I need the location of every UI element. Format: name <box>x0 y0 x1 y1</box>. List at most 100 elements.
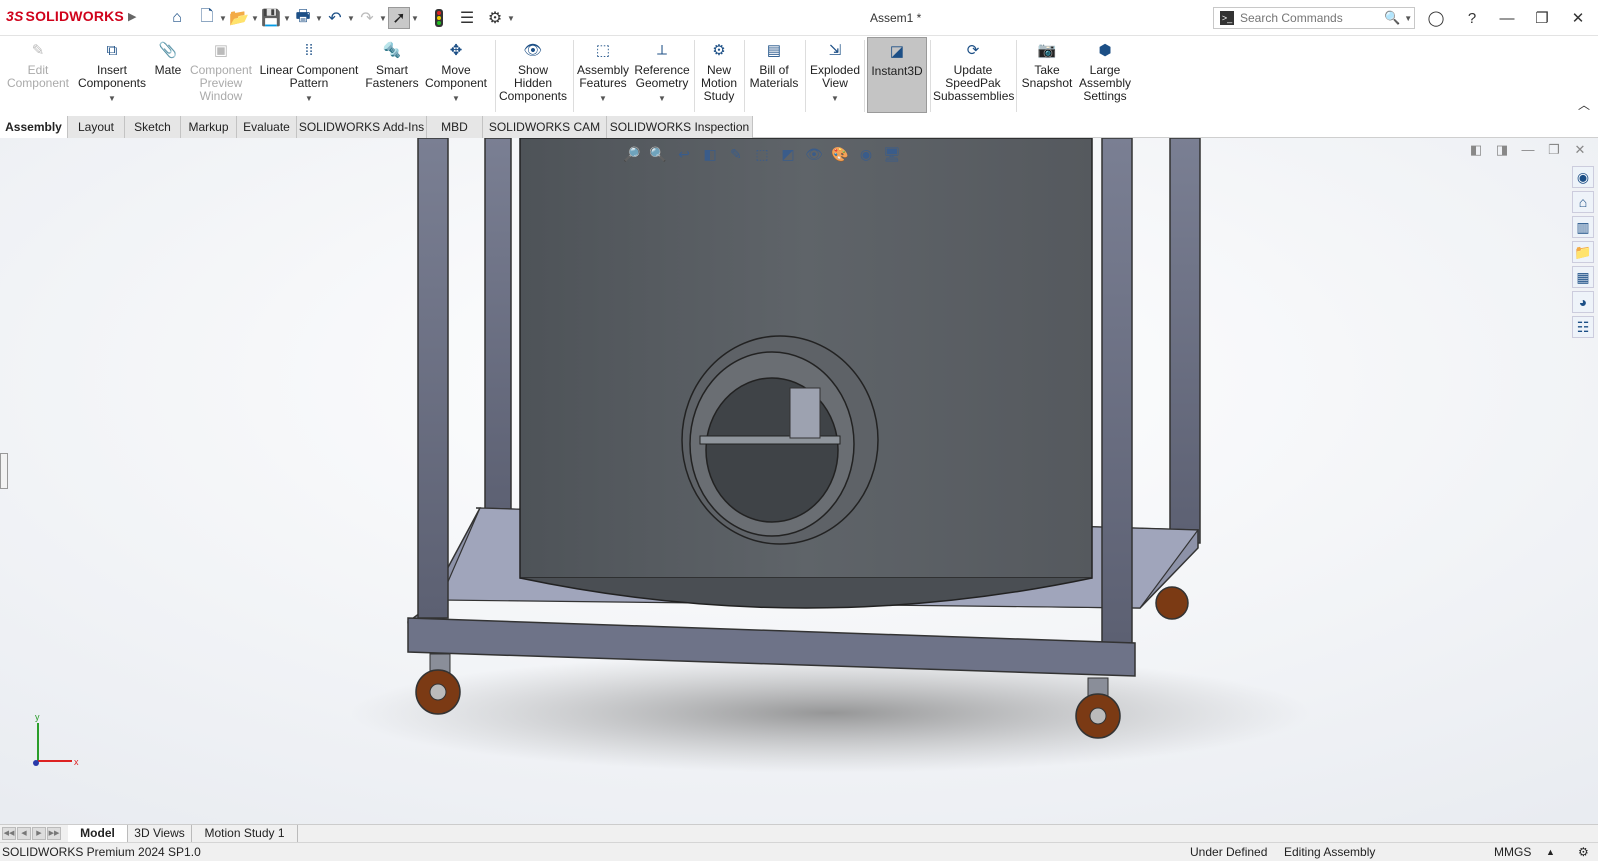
solidworks-resources-icon[interactable]: ◉ <box>1572 166 1594 188</box>
large-assembly-settings-button[interactable]: ⬢ Large Assembly Settings <box>1077 40 1133 103</box>
tab-inspection[interactable]: SOLIDWORKS Inspection <box>607 116 753 138</box>
close-icon[interactable]: ✕ <box>1566 6 1590 30</box>
print-icon[interactable]: 🖶 <box>292 7 314 29</box>
section-view-icon[interactable]: ◧ <box>700 146 720 163</box>
viewport-restore-icon[interactable]: ❐ <box>1545 142 1563 158</box>
options-icon[interactable]: ⚙ <box>484 7 506 29</box>
options-dropdown-icon[interactable]: ▼ <box>506 14 516 23</box>
select-dropdown-icon[interactable]: ▼ <box>410 14 420 23</box>
mate-button[interactable]: 📎 Mate <box>150 40 186 77</box>
previous-view-icon[interactable]: ↩ <box>674 146 694 163</box>
rebuild-icon[interactable] <box>428 7 450 29</box>
view-palette-icon[interactable]: ▦ <box>1572 266 1594 288</box>
minimize-icon[interactable]: — <box>1495 6 1519 30</box>
undo-icon[interactable]: ↶ <box>324 7 346 29</box>
tab-addins[interactable]: SOLIDWORKS Add-Ins <box>297 116 427 138</box>
next-tab-icon[interactable]: ▶ <box>32 827 46 840</box>
insert-components-button[interactable]: ⧉ Insert Components ▼ <box>76 40 148 105</box>
solidworks-logo[interactable]: 3S SOLIDWORKS <box>6 8 124 24</box>
move-component-dropdown-icon[interactable]: ▼ <box>422 92 490 105</box>
save-dropdown-icon[interactable]: ▼ <box>282 14 292 23</box>
new-motion-study-button[interactable]: ⚙ New Motion Study <box>697 40 741 103</box>
zoom-to-area-icon[interactable]: 🔍 <box>648 146 668 163</box>
bill-of-materials-button[interactable]: ▤ Bill of Materials <box>747 40 801 90</box>
print-dropdown-icon[interactable]: ▼ <box>314 14 324 23</box>
new-document-icon[interactable]: 🗋 <box>196 7 218 29</box>
appearances-icon[interactable]: ◕ <box>1572 291 1594 313</box>
home-pane-icon[interactable]: ⌂ <box>1572 191 1594 213</box>
search-input[interactable] <box>1240 11 1380 25</box>
linear-component-pattern-button[interactable]: ⁞⁞ Linear Component Pattern ▼ <box>258 40 360 105</box>
tab-assembly[interactable]: Assembly <box>0 116 68 138</box>
graphics-area[interactable]: 🔎 🔍 ↩ ◧ ✎ ⬚ ◩ 👁 🎨 ◉ 🖥 ◧ ◨ — ❐ ✕ ◉ ⌂ ▥ 📁 … <box>0 138 1598 824</box>
prev-tab-icon[interactable]: ◀ <box>17 827 31 840</box>
edit-appearance-icon[interactable]: 🎨 <box>830 146 850 163</box>
exploded-view-dropdown-icon[interactable]: ▼ <box>808 92 862 105</box>
restore-icon[interactable]: ❐ <box>1530 6 1554 30</box>
tab-evaluate[interactable]: Evaluate <box>237 116 297 138</box>
search-commands-box[interactable]: >_ 🔍 ▼ <box>1213 7 1415 29</box>
assembly-model[interactable] <box>0 138 1598 824</box>
save-icon[interactable]: 💾 <box>260 7 282 29</box>
last-tab-icon[interactable]: ▶▶ <box>47 827 61 840</box>
tab-model[interactable]: Model <box>68 825 128 843</box>
new-dropdown-icon[interactable]: ▼ <box>218 14 228 23</box>
tile-right-icon[interactable]: ◨ <box>1493 142 1511 158</box>
redo-dropdown-icon[interactable]: ▼ <box>378 14 388 23</box>
feature-manager-toggle[interactable] <box>0 453 8 489</box>
first-tab-icon[interactable]: ◀◀ <box>2 827 16 840</box>
tab-cam[interactable]: SOLIDWORKS CAM <box>483 116 607 138</box>
insert-components-dropdown-icon[interactable]: ▼ <box>76 92 148 105</box>
update-speedpak-button[interactable]: ⟳ Update SpeedPak Subassemblies <box>933 40 1014 103</box>
undo-dropdown-icon[interactable]: ▼ <box>346 14 356 23</box>
tab-motion-study-1[interactable]: Motion Study 1 <box>192 825 298 843</box>
unit-system[interactable]: MMGS <box>1494 843 1531 861</box>
search-icon[interactable]: 🔍 <box>1384 10 1400 26</box>
tab-3d-views[interactable]: 3D Views <box>128 825 192 843</box>
open-icon[interactable]: 📂 <box>228 7 250 29</box>
design-library-icon[interactable]: ▥ <box>1572 216 1594 238</box>
instant3d-button[interactable]: ◪ Instant3D <box>867 37 927 113</box>
file-properties-icon[interactable]: ☰ <box>456 7 478 29</box>
move-component-icon: ✥ <box>449 41 463 59</box>
user-account-icon[interactable]: ◯ <box>1424 6 1448 30</box>
smart-fasteners-button[interactable]: 🔩 Smart Fasteners <box>364 40 420 90</box>
reference-geometry-dropdown-icon[interactable]: ▼ <box>632 92 692 105</box>
move-component-button[interactable]: ✥ Move Component ▼ <box>422 40 490 105</box>
linear-pattern-dropdown-icon[interactable]: ▼ <box>258 92 360 105</box>
redo-icon[interactable]: ↷ <box>356 7 378 29</box>
collapse-ribbon-icon[interactable]: ︿ <box>1578 96 1590 113</box>
reference-geometry-button[interactable]: ⟂ Reference Geometry ▼ <box>632 40 692 105</box>
component-preview-window-button[interactable]: ▣ Component Preview Window <box>188 40 254 103</box>
tab-mbd[interactable]: MBD <box>427 116 483 138</box>
help-icon[interactable]: ? <box>1460 6 1484 30</box>
menu-expand-arrow-icon[interactable]: ▶ <box>128 10 136 23</box>
exploded-view-button[interactable]: ⇲ Exploded View ▼ <box>808 40 862 105</box>
view-settings-icon[interactable]: 🖥 <box>882 146 902 163</box>
viewport-close-icon[interactable]: ✕ <box>1571 142 1589 158</box>
units-dropdown-icon[interactable]: ▲ <box>1546 843 1555 861</box>
home-icon[interactable]: ⌂ <box>166 7 188 29</box>
open-dropdown-icon[interactable]: ▼ <box>250 14 260 23</box>
take-snapshot-button[interactable]: 📷 Take Snapshot <box>1019 40 1075 90</box>
tab-sketch[interactable]: Sketch <box>125 116 181 138</box>
rebuild-status-icon[interactable]: ⚙ <box>1578 843 1589 861</box>
zoom-to-fit-icon[interactable]: 🔎 <box>622 146 642 163</box>
tab-markup[interactable]: Markup <box>181 116 237 138</box>
tile-left-icon[interactable]: ◧ <box>1467 142 1485 158</box>
select-icon[interactable]: ➚ <box>388 7 410 29</box>
tab-layout[interactable]: Layout <box>68 116 125 138</box>
viewport-minimize-icon[interactable]: — <box>1519 142 1537 158</box>
file-explorer-icon[interactable]: 📁 <box>1572 241 1594 263</box>
view-orientation-icon[interactable]: ⬚ <box>752 146 772 163</box>
apply-scene-icon[interactable]: ◉ <box>856 146 876 163</box>
display-style-icon[interactable]: ◩ <box>778 146 798 163</box>
search-dropdown-icon[interactable]: ▼ <box>1404 14 1412 23</box>
hide-show-items-icon[interactable]: 👁 <box>804 146 824 163</box>
dynamic-annotation-icon[interactable]: ✎ <box>726 146 746 163</box>
show-hidden-components-button[interactable]: 👁 Show Hidden Components <box>498 40 568 103</box>
custom-properties-icon[interactable]: ☷ <box>1572 316 1594 338</box>
assembly-features-dropdown-icon[interactable]: ▼ <box>576 92 630 105</box>
assembly-features-button[interactable]: ⬚ Assembly Features ▼ <box>576 40 630 105</box>
edit-component-button[interactable]: ✎ Edit Component <box>4 40 72 90</box>
